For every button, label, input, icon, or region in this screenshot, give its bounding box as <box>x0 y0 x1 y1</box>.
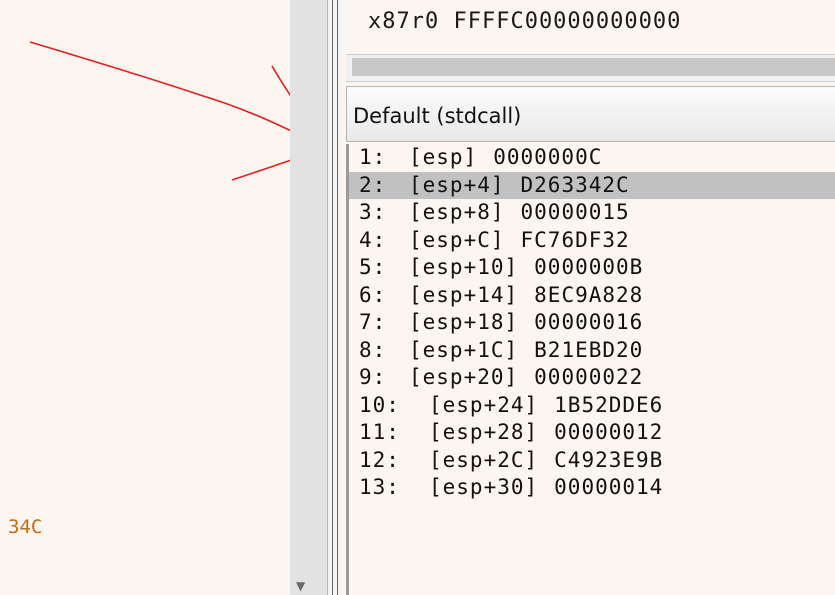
stack-row-value: 00000012 <box>554 420 664 444</box>
stack-row-index: 3: <box>359 200 387 224</box>
stack-row-value: 00000015 <box>520 200 630 224</box>
code-snippet: 34C <box>8 516 43 538</box>
horizontal-scrollbar[interactable] <box>346 54 835 82</box>
stack-row-offset: [esp+20] <box>409 365 519 389</box>
stack-row-index: 5: <box>359 255 387 279</box>
stack-row-offset: [esp+14] <box>409 282 519 307</box>
stack-row-value: 1B52DDE6 <box>554 392 664 417</box>
scroll-down-icon[interactable]: ▼ <box>296 579 305 593</box>
stack-row-value: C4923E9B <box>554 447 664 472</box>
stack-row[interactable]: 6: [esp+14] 8EC9A828 <box>349 282 835 310</box>
stack-row-index: 11: <box>359 420 400 444</box>
stack-row[interactable]: 8: [esp+1C] B21EBD20 <box>349 337 835 365</box>
stack-panel: Default (stdcall) 1: [esp] 0000000C 2: [esp+… <box>342 86 835 595</box>
stack-row-index: 6: <box>359 282 387 307</box>
stack-row[interactable]: 11: [esp+28] 00000012 <box>349 419 835 447</box>
stack-row-value: 0000000C <box>493 145 603 169</box>
register-x87r0: x87r0 FFFFC00000000000 <box>368 9 682 34</box>
stack-arguments-list: 1: [esp] 0000000C 2: [esp+4] D263342C 3: [esp+8… <box>346 144 835 595</box>
stack-row-value: 0000000B <box>534 255 644 279</box>
stack-row[interactable]: 13: [esp+30] 00000014 <box>349 474 835 502</box>
stack-row-offset: [esp+4] <box>409 172 505 197</box>
calling-convention-dropdown[interactable]: Default (stdcall) <box>346 86 835 142</box>
stack-row[interactable]: 5: [esp+10] 0000000B <box>349 254 835 282</box>
pane-splitter[interactable] <box>328 0 342 595</box>
stack-row[interactable]: 12: [esp+2C] C4923E9B <box>349 447 835 475</box>
stack-row-index: 10: <box>359 392 400 417</box>
stack-row-offset: [esp+30] <box>429 475 539 499</box>
stack-row-value: D263342C <box>520 172 630 197</box>
stack-row-value: B21EBD20 <box>534 337 644 362</box>
stack-row[interactable]: 9: [esp+20] 00000022 <box>349 364 835 392</box>
stack-row-index: 8: <box>359 337 387 362</box>
horizontal-scroll-thumb[interactable] <box>352 58 835 76</box>
stack-row[interactable]: 10: [esp+24] 1B52DDE6 <box>349 392 835 420</box>
stack-row-offset: [esp+8] <box>409 200 505 224</box>
registers-pane: x87r0 FFFFC00000000000 <box>342 0 835 50</box>
stack-row-offset: [esp+18] <box>409 310 519 334</box>
stack-row-offset: [esp+24] <box>429 392 539 417</box>
stack-row-offset: [esp+2C] <box>429 447 539 472</box>
stack-row-offset: [esp+C] <box>409 227 505 252</box>
stack-row[interactable]: 3: [esp+8] 00000015 <box>349 199 835 227</box>
stack-row-value: 8EC9A828 <box>534 282 644 307</box>
vertical-scrollbar[interactable]: ▼ <box>290 0 328 595</box>
stack-row[interactable]: 2: [esp+4] D263342C <box>349 171 835 199</box>
stack-row-index: 2: <box>359 172 387 197</box>
calling-convention-label: Default (stdcall) <box>353 104 522 128</box>
stack-row-offset: [esp+28] <box>429 420 539 444</box>
stack-row[interactable]: 7: [esp+18] 00000016 <box>349 309 835 337</box>
stack-row-value: 00000014 <box>554 475 664 499</box>
stack-row[interactable]: 4: [esp+C] FC76DF32 <box>349 227 835 255</box>
stack-row-index: 9: <box>359 365 387 389</box>
stack-row-value: 00000022 <box>534 365 644 389</box>
stack-row-offset: [esp] <box>409 145 478 169</box>
stack-row-index: 12: <box>359 447 400 472</box>
stack-row-index: 13: <box>359 475 400 499</box>
stack-row-index: 1: <box>359 145 387 169</box>
stack-row-value: FC76DF32 <box>520 227 630 252</box>
stack-row-index: 4: <box>359 227 387 252</box>
stack-row-value: 00000016 <box>534 310 644 334</box>
stack-row-index: 7: <box>359 310 387 334</box>
stack-row-offset: [esp+10] <box>409 255 519 279</box>
stack-row-offset: [esp+1C] <box>409 337 519 362</box>
disassembly-pane[interactable]: 34C <box>0 0 290 595</box>
stack-row[interactable]: 1: [esp] 0000000C <box>349 144 835 172</box>
